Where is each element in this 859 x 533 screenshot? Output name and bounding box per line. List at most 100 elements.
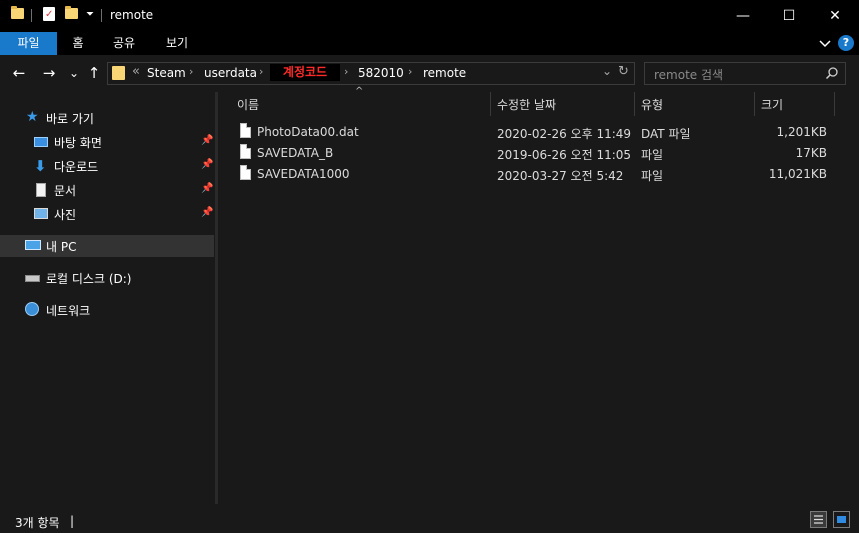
- sidebar-item-downloads[interactable]: ⬇ 다운로드 📌: [0, 155, 214, 177]
- tab-view[interactable]: 보기: [159, 32, 195, 55]
- file-type: 파일: [641, 148, 664, 162]
- file-modified: 2020-03-27 오전 5:42: [497, 169, 624, 183]
- column-divider[interactable]: [834, 92, 835, 116]
- sidebar-item-label: 사진: [54, 208, 77, 222]
- breadcrumb-582010[interactable]: 582010: [358, 66, 404, 80]
- download-icon: ⬇: [34, 157, 47, 175]
- back-button[interactable]: ←: [9, 63, 29, 83]
- up-button[interactable]: ↑: [84, 63, 104, 83]
- breadcrumb-separator[interactable]: ›: [344, 65, 348, 78]
- item-count: 3개 항목: [15, 516, 60, 530]
- column-header-modified[interactable]: 수정한 날짜: [497, 96, 556, 118]
- maximize-button[interactable]: ☐: [766, 0, 812, 32]
- folder-icon: [112, 66, 125, 80]
- file-name: PhotoData00.dat: [257, 125, 359, 139]
- file-row[interactable]: SAVEDATA1000 2020-03-27 오전 5:42 파일 11,02…: [233, 164, 836, 185]
- window-title: remote: [110, 8, 154, 22]
- tab-share[interactable]: 공유: [106, 32, 142, 55]
- large-icons-view-button[interactable]: [833, 511, 850, 528]
- minimize-button[interactable]: —: [720, 0, 766, 32]
- file-modified: 2019-06-26 오전 11:05: [497, 148, 632, 162]
- sidebar-item-label: 바탕 화면: [54, 136, 102, 150]
- sidebar-item-label: 다운로드: [54, 160, 99, 174]
- forward-button[interactable]: →: [39, 63, 59, 83]
- file-size: 11,021KB: [768, 167, 827, 181]
- file-icon: [240, 144, 251, 159]
- breadcrumb-separator[interactable]: ›: [408, 65, 412, 78]
- address-dropdown-icon[interactable]: ⌄: [602, 64, 612, 78]
- pin-icon[interactable]: 📌: [201, 183, 213, 194]
- tab-home[interactable]: 홈: [63, 32, 93, 55]
- pin-icon[interactable]: 📌: [201, 207, 213, 218]
- navigation-pane: ★ 바로 가기 바탕 화면 📌 ⬇ 다운로드 📌 문서 📌 사진 📌 내 PC …: [0, 92, 214, 504]
- file-modified: 2020-02-26 오후 11:49: [497, 127, 632, 141]
- file-size: 17KB: [795, 146, 827, 160]
- document-icon: [36, 183, 46, 197]
- address-bar[interactable]: « Steam › userdata › 계정코드 › 582010 › rem…: [107, 62, 635, 85]
- pin-icon[interactable]: 📌: [201, 159, 213, 170]
- chevron-down-icon[interactable]: [818, 36, 832, 50]
- column-divider[interactable]: [634, 92, 635, 116]
- new-folder-icon[interactable]: [65, 6, 78, 19]
- folder-icon: [11, 6, 24, 19]
- column-divider[interactable]: [490, 92, 491, 116]
- network-icon: [25, 302, 39, 316]
- status-bar: 3개 항목 |: [0, 508, 859, 533]
- details-view-button[interactable]: [810, 511, 827, 528]
- file-name: SAVEDATA_B: [257, 146, 334, 160]
- file-icon: [240, 123, 251, 138]
- sidebar-item-label: 내 PC: [46, 240, 77, 254]
- sidebar-item-documents[interactable]: 문서 📌: [0, 179, 214, 201]
- breadcrumb-remote[interactable]: remote: [423, 66, 466, 80]
- breadcrumb-separator[interactable]: ›: [189, 65, 193, 78]
- title-bar: ✓ ⏷ remote — ☐ ✕: [0, 0, 859, 32]
- overflow-chevron[interactable]: «: [132, 64, 140, 79]
- column-divider[interactable]: [754, 92, 755, 116]
- file-type: DAT 파일: [641, 127, 691, 141]
- breadcrumb-account-code[interactable]: 계정코드: [270, 64, 340, 81]
- computer-icon: [25, 240, 41, 250]
- file-size: 1,201KB: [776, 125, 827, 139]
- divider: [31, 9, 32, 22]
- sidebar-item-network[interactable]: 네트워크: [0, 299, 214, 321]
- file-row[interactable]: SAVEDATA_B 2019-06-26 오전 11:05 파일 17KB: [233, 143, 836, 164]
- search-placeholder: remote 검색: [654, 68, 724, 82]
- file-name: SAVEDATA1000: [257, 167, 350, 181]
- sort-indicator-icon: ^: [355, 86, 364, 97]
- help-icon[interactable]: ?: [838, 35, 854, 51]
- sidebar-item-label: 로컬 디스크 (D:): [46, 272, 132, 286]
- sidebar-item-quick-access[interactable]: ★ 바로 가기: [0, 107, 214, 129]
- file-type: 파일: [641, 169, 664, 183]
- desktop-icon: [34, 137, 48, 147]
- column-header-name[interactable]: 이름: [237, 96, 259, 118]
- star-icon: ★: [26, 109, 39, 125]
- file-icon: [240, 165, 251, 180]
- sidebar-item-this-pc[interactable]: 내 PC: [0, 235, 214, 257]
- search-icon[interactable]: [825, 66, 839, 80]
- navigation-scrollbar[interactable]: [215, 92, 218, 504]
- sidebar-item-desktop[interactable]: 바탕 화면 📌: [0, 131, 214, 153]
- sidebar-item-label: 문서: [54, 184, 77, 198]
- breadcrumb-steam[interactable]: Steam: [147, 66, 186, 80]
- close-button[interactable]: ✕: [812, 0, 858, 32]
- status-cursor: |: [70, 514, 75, 528]
- properties-icon[interactable]: ✓: [43, 7, 55, 21]
- search-input[interactable]: remote 검색: [644, 62, 846, 85]
- customize-toolbar-icon[interactable]: ⏷: [86, 9, 94, 20]
- breadcrumb-userdata[interactable]: userdata: [204, 66, 257, 80]
- tab-file[interactable]: 파일: [0, 32, 57, 55]
- recent-locations-button[interactable]: ⌄: [64, 63, 84, 83]
- drive-icon: [25, 275, 40, 282]
- ribbon-tabs: 파일 홈 공유 보기 ?: [0, 32, 859, 55]
- pin-icon[interactable]: 📌: [201, 135, 213, 146]
- sidebar-item-label: 네트워크: [46, 304, 91, 318]
- breadcrumb-separator[interactable]: ›: [259, 65, 263, 78]
- file-row[interactable]: PhotoData00.dat 2020-02-26 오후 11:49 DAT …: [233, 122, 836, 143]
- column-header-size[interactable]: 크기: [761, 96, 783, 118]
- sidebar-item-label: 바로 가기: [46, 112, 94, 126]
- sidebar-item-local-disk[interactable]: 로컬 디스크 (D:): [0, 267, 214, 289]
- refresh-icon[interactable]: ↻: [618, 64, 629, 79]
- column-header-type[interactable]: 유형: [641, 96, 663, 118]
- pictures-icon: [34, 208, 48, 219]
- sidebar-item-pictures[interactable]: 사진 📌: [0, 203, 214, 225]
